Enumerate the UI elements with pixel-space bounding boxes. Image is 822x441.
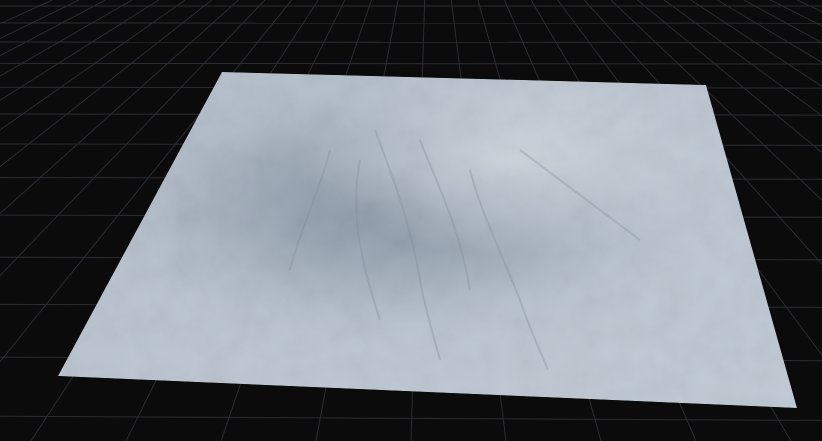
3d-viewport[interactable] — [0, 0, 822, 441]
viewport-canvas[interactable] — [0, 0, 822, 441]
terrain-mesh[interactable] — [58, 72, 797, 408]
grid-line — [0, 0, 53, 25]
grid-line — [0, 415, 822, 421]
grid-line — [796, 0, 822, 13]
grid-line — [0, 62, 822, 65]
terrain-detail-texture — [58, 72, 797, 408]
